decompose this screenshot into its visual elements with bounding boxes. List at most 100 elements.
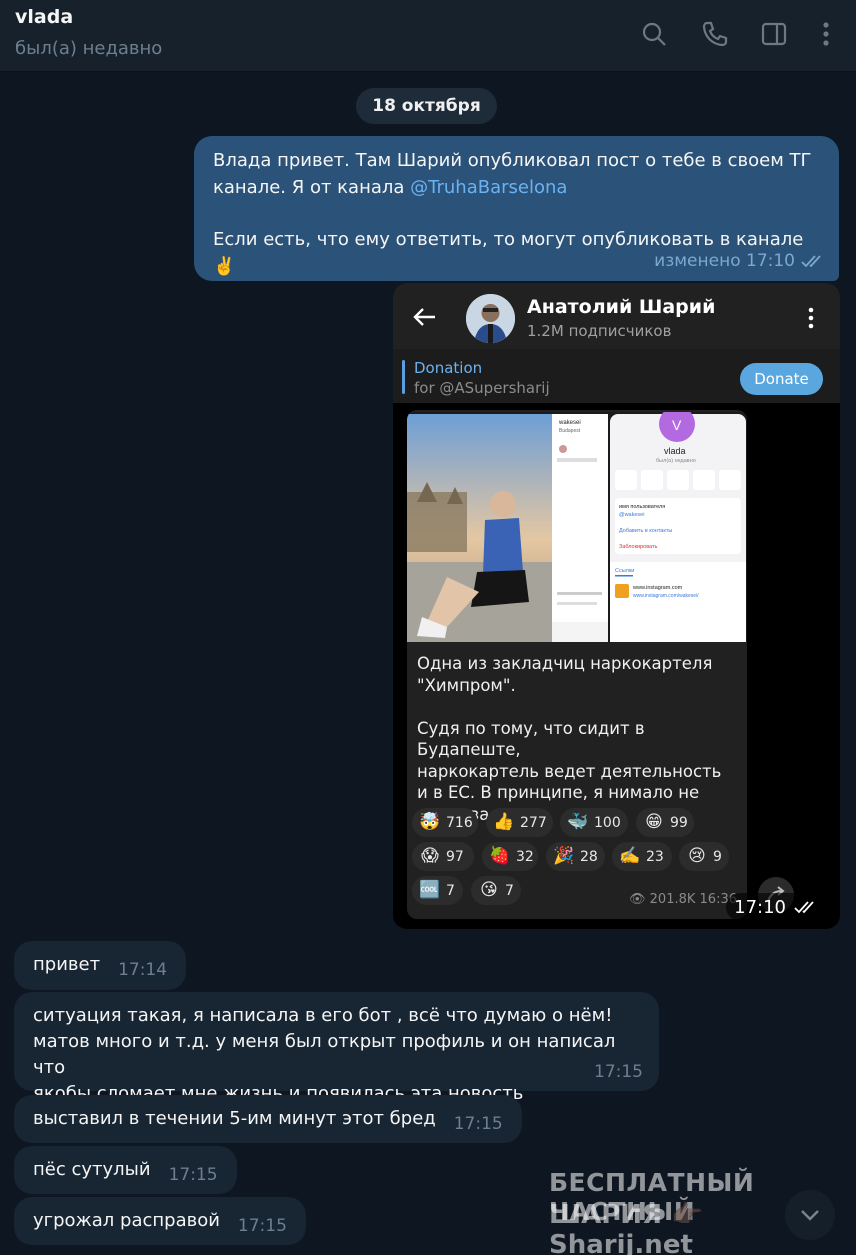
inner-add-contact: Добавить в контакты [619,528,672,534]
inner-username: @wakesei [619,512,644,518]
reaction-emoji: 🎉 [553,846,575,866]
reaction-emoji: 🤯 [419,812,441,832]
donation-pinned-bar: Donation for @ASupersharij Donate [393,349,840,403]
reaction-count: 7 [446,882,455,899]
screenshot-channel-header: Анатолий Шарий 1.2M подписчиков Donation… [393,283,840,403]
reaction-count: 100 [594,814,621,831]
reaction-count: 7 [505,882,514,899]
ig-location: Budapest [559,428,581,434]
message-meta: 17:10 [726,893,830,921]
reaction-chip: 🍓 32 [482,842,538,871]
inner-profile-name: vlada [664,446,686,456]
watermark-line: ШАРИЯ 👉🏿 Sharij.net [549,1200,704,1255]
reaction-emoji: 🐳 [567,812,589,832]
sidebar-toggle-icon[interactable] [754,14,794,54]
message-text-segment: канале. Я от канала [213,176,411,198]
channel-name: Анатолий Шарий [527,296,716,318]
incoming-message[interactable]: пёс сутулый 17:15 [14,1146,237,1194]
channel-avatar [466,294,515,343]
reaction-count: 9 [713,848,722,865]
reaction-count: 277 [520,814,547,831]
reaction-count: 32 [516,848,534,865]
reaction-emoji: 😱 [421,846,439,866]
reaction-chip: 😘 7 [471,876,521,905]
inner-profile-status: был(а) недавно [656,458,696,464]
post-text: Одна из закладчиц наркокартеля "Химпром"… [417,653,747,825]
inner-site: www.instagram.com [632,585,683,591]
search-icon[interactable] [634,14,674,54]
reaction-count: 99 [670,814,688,831]
reaction-chip: 🐳 100 [560,808,628,837]
reaction-emoji: ✍️ [619,846,641,866]
post-text-line: Судя по тому, что сидит в Будапеште, [417,718,645,760]
reaction-chip: 😢 9 [679,842,729,871]
message-time: 17:15 [594,1062,643,1082]
reaction-chip: 🆒 7 [412,876,463,905]
read-checkmarks-icon [801,255,821,268]
message-text-line: матов много и т.д. у меня был открыт про… [33,1031,616,1078]
reaction-count: 716 [446,814,473,831]
message-text: привет [33,954,101,975]
reaction-emoji: 😘 [480,880,498,900]
reaction-chip: 😁 99 [636,808,694,837]
post-views: 👁 201.8K 16:36 [629,892,737,907]
message-text-line: ситуация такая, я написала в его бот , в… [33,1005,613,1026]
peer-name[interactable]: vlada [15,6,73,28]
post-text-line: наркокартель ведет деятельность [417,761,722,781]
reaction-count: 28 [580,848,598,865]
message-time: 17:14 [118,960,168,980]
date-separator: 18 октября [356,88,497,124]
read-checkmarks-icon [794,901,814,914]
more-menu-icon[interactable] [806,14,846,54]
phone-icon[interactable] [695,14,735,54]
post-image: wakesei Budapest V vlada был(а) недавно … [407,412,747,642]
reaction-chip: ✍️ 23 [612,842,672,871]
reaction-emoji: 🆒 [419,880,441,900]
incoming-message[interactable]: угрожал расправой 17:15 [14,1197,306,1245]
inner-links-tab: Ссылки [615,568,634,574]
donation-title: Donation [414,359,483,377]
message-time: 17:15 [453,1114,503,1134]
peer-status: был(а) недавно [15,38,163,59]
reaction-count: 23 [646,848,664,865]
donate-button: Donate [740,363,823,395]
incoming-message[interactable]: ситуация такая, я написала в его бот , в… [14,992,659,1104]
inner-site-sub: www.instagram.com/wakesei/ [633,593,699,599]
reaction-chip: 🤯 716 [412,808,478,837]
message-meta: изменено 17:10 [654,248,827,275]
post-text-line: и в ЕС. В принципе, я нимало не [417,783,700,802]
inner-block: Заблокировать [619,544,658,550]
reaction-chip: 😱 97 [412,842,474,871]
message-time: 17:15 [168,1165,218,1185]
inner-profile-letter: V [672,417,682,433]
kebab-menu-icon [808,307,814,329]
channel-post: wakesei Budapest V vlada был(а) недавно … [407,410,747,919]
ig-username: wakesei [558,420,581,426]
edited-time: изменено 17:10 [654,250,795,271]
chat-header: vlada был(а) недавно [0,0,856,72]
back-arrow-icon [413,308,435,326]
message-text-line: канале. Я от канала @TruhaBarselona [213,175,820,202]
message-time: 17:15 [237,1216,287,1236]
reaction-emoji: 🍓 [489,846,511,866]
message-text: угрожал расправой [33,1210,220,1231]
message-time: 17:10 [734,896,786,918]
image-message[interactable]: Анатолий Шарий 1.2M подписчиков Donation… [393,283,840,929]
donation-subtitle: for @ASupersharij [414,379,550,397]
reaction-count: 97 [446,848,464,865]
reaction-emoji: 👍 [493,812,515,832]
post-text-line: Одна из закладчиц наркокартеля [417,654,713,673]
outgoing-message[interactable]: Влада привет. Там Шарий опубликовал пост… [194,136,839,281]
reaction-chip: 👍 277 [486,808,553,837]
incoming-message[interactable]: выставил в течении 5-им минут этот бред 1… [14,1095,522,1143]
reaction-emoji: 😁 [645,812,663,832]
reaction-chip: 🎉 28 [546,842,605,871]
inner-username-label: имя пользователя [619,504,665,510]
message-text: пёс сутулый [33,1159,151,1180]
post-text-line: "Химпром". [417,675,516,695]
channel-mention-link[interactable]: @TruhaBarselona [410,177,567,198]
incoming-message[interactable]: привет 17:14 [14,941,187,990]
channel-subscribers: 1.2M подписчиков [527,322,672,340]
reaction-emoji: 😢 [688,846,706,866]
message-text: выставил в течении 5-им минут этот бред [33,1108,436,1129]
